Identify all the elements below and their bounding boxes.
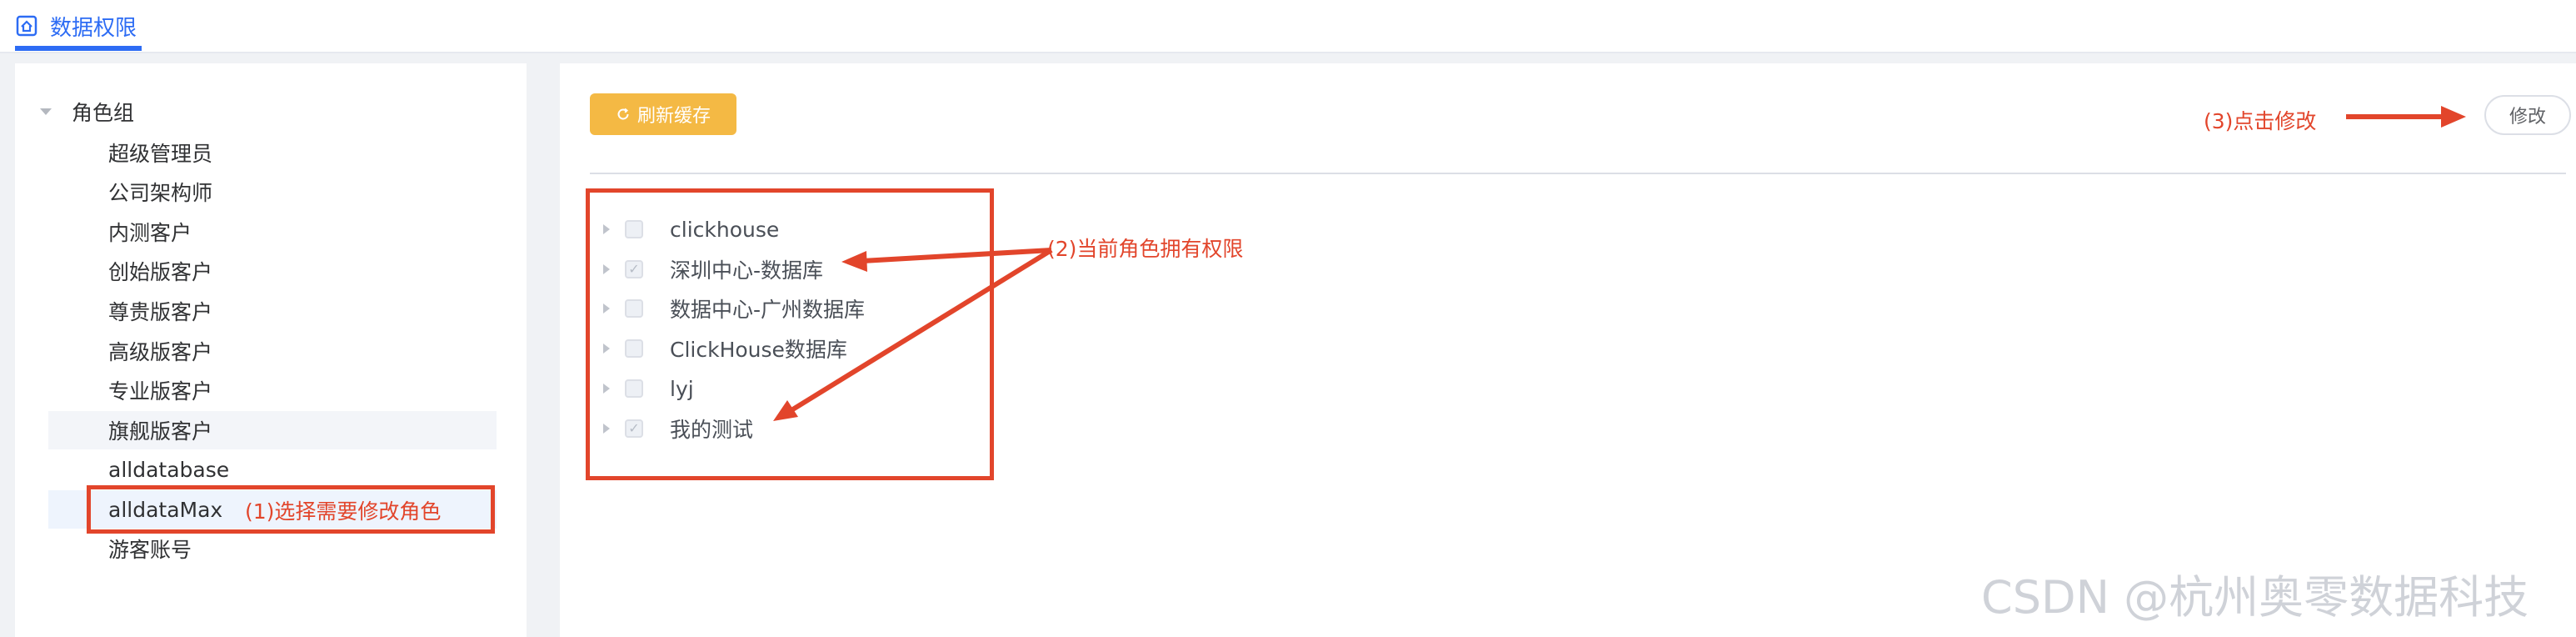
role-label: 内测客户 xyxy=(108,221,192,245)
watermark: CSDN @杭州奥零数据科技 xyxy=(1981,571,2529,624)
role-item[interactable]: 高级版客户 xyxy=(48,332,497,370)
tree-root-node[interactable]: 角色组 xyxy=(40,97,134,127)
role-item[interactable]: 尊贵版客户 xyxy=(48,292,497,330)
annotation-box-permissions xyxy=(586,188,994,480)
top-tab-bar: 数据权限 xyxy=(0,0,2576,53)
refresh-cache-button[interactable]: 刷新缓存 xyxy=(590,93,736,135)
role-label: 尊贵版客户 xyxy=(108,300,213,324)
caret-down-icon[interactable] xyxy=(40,108,52,115)
role-item[interactable]: 游客账号 xyxy=(48,529,497,568)
role-item[interactable]: 专业版客户 xyxy=(48,371,497,409)
tree-root-label: 角色组 xyxy=(72,101,135,125)
role-label: 专业版客户 xyxy=(108,379,213,404)
role-label: 公司架构师 xyxy=(108,181,213,205)
active-tab-indicator xyxy=(15,46,142,51)
role-item[interactable]: alldatabase xyxy=(48,450,497,489)
tab-label: 数据权限 xyxy=(50,15,137,41)
role-item[interactable]: 内测客户 xyxy=(48,213,497,251)
role-label: 旗舰版客户 xyxy=(108,419,213,444)
role-label: 创始版客户 xyxy=(108,260,213,284)
toolbar-divider xyxy=(590,173,2566,174)
role-item[interactable]: 超级管理员 xyxy=(48,133,497,172)
refresh-icon xyxy=(617,108,629,120)
role-label: 超级管理员 xyxy=(108,142,213,166)
role-label: 高级版客户 xyxy=(108,340,213,364)
annotation-step2: (2)当前角色拥有权限 xyxy=(1047,237,1244,261)
edit-button-label: 修改 xyxy=(2509,106,2546,127)
role-item[interactable]: 创始版客户 xyxy=(48,252,497,290)
role-label: alldatabase xyxy=(108,457,230,482)
role-label: 游客账号 xyxy=(108,538,192,562)
role-item[interactable]: 公司架构师 xyxy=(48,173,497,211)
annotation-step1: (1)选择需要修改角色 xyxy=(245,499,442,524)
edit-button[interactable]: 修改 xyxy=(2484,95,2571,135)
refresh-cache-label: 刷新缓存 xyxy=(637,105,711,126)
home-icon xyxy=(16,15,37,37)
tab-data-permission[interactable]: 数据权限 xyxy=(15,0,137,52)
annotation-step3: (3)点击修改 xyxy=(2204,109,2317,133)
role-item-hovered[interactable]: 旗舰版客户 xyxy=(48,411,497,449)
